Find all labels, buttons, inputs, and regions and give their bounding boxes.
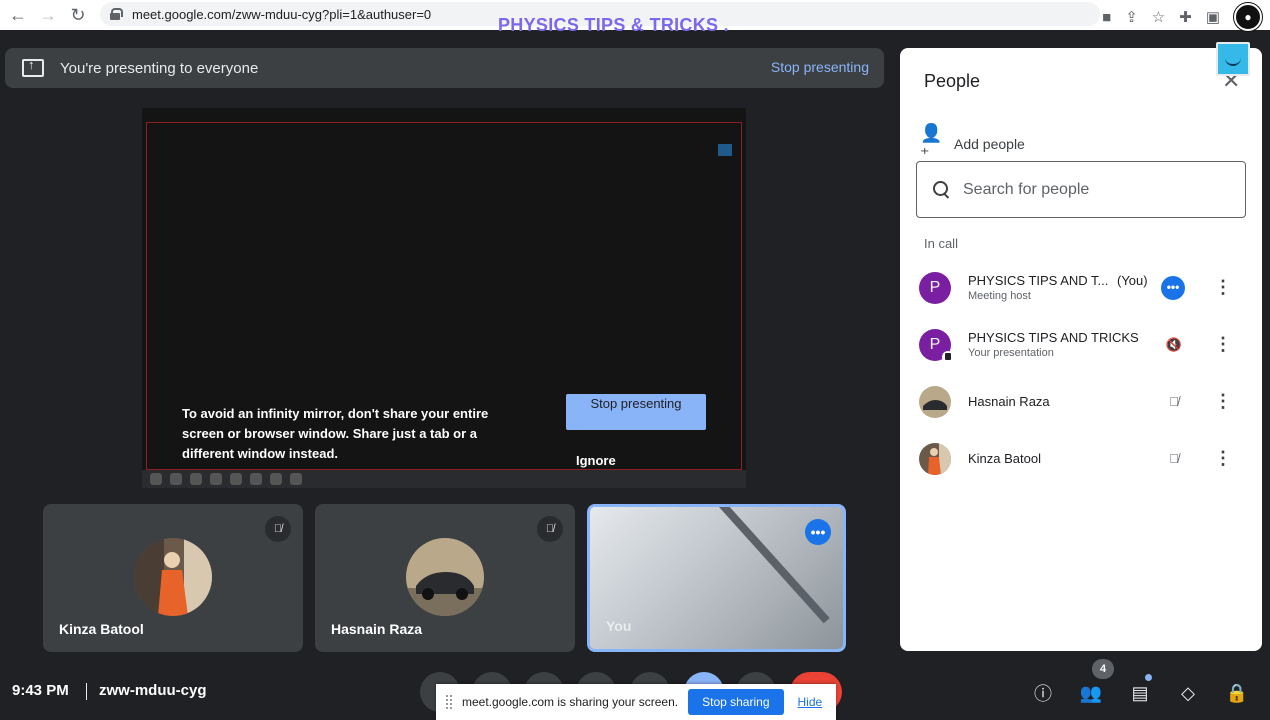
taskbar-app-icon bbox=[190, 473, 202, 485]
stop-sharing-button[interactable]: Stop sharing bbox=[688, 689, 784, 715]
bookmark-star-icon[interactable]: ☆ bbox=[1152, 8, 1165, 26]
participant-name: Kinza Batool bbox=[968, 451, 1041, 466]
self-tag: (You) bbox=[1117, 273, 1148, 288]
panel-title: People bbox=[924, 71, 981, 91]
presenting-banner: You're presenting to everyone Stop prese… bbox=[5, 48, 884, 88]
avatar bbox=[406, 538, 484, 616]
back-icon[interactable]: ← bbox=[6, 3, 30, 27]
screen-sharing-notice: meet.google.com is sharing your screen. … bbox=[436, 684, 836, 720]
mirrored-extension-icon bbox=[718, 144, 732, 156]
camera-icon[interactable]: ■ bbox=[1102, 9, 1111, 26]
kebab-menu-icon[interactable]: ⋮ bbox=[1214, 447, 1232, 471]
mirror-ignore-button[interactable]: Ignore bbox=[576, 453, 616, 468]
reload-icon[interactable]: ↻ bbox=[66, 3, 90, 27]
search-icon bbox=[933, 180, 951, 199]
participant-tile-hasnain[interactable]: 🎙̸ Hasnain Raza bbox=[315, 504, 575, 652]
taskbar-app-icon bbox=[210, 473, 222, 485]
channel-watermark-title: PHYSICS TIPS & TRICKS . bbox=[498, 15, 729, 35]
tile-more-options-icon[interactable]: ••• bbox=[805, 519, 831, 545]
people-icon[interactable]: 👥 bbox=[1078, 680, 1104, 706]
kebab-menu-icon[interactable]: ⋮ bbox=[1214, 276, 1232, 300]
infinity-mirror-warning: To avoid an infinity mirror, don't share… bbox=[182, 406, 489, 461]
people-search-input[interactable] bbox=[963, 180, 1223, 199]
participant-tile-self[interactable]: ••• You bbox=[587, 504, 846, 652]
current-time: 9:43 PM bbox=[12, 682, 69, 699]
meeting-details-icon[interactable]: ⓘ bbox=[1030, 680, 1056, 706]
taskbar-app-icon bbox=[230, 473, 242, 485]
participant-tile-kinza[interactable]: 🎙̸ Kinza Batool bbox=[43, 504, 303, 652]
participant-name: You bbox=[606, 618, 632, 634]
more-icon[interactable]: ••• bbox=[1161, 276, 1185, 300]
avatar: P bbox=[919, 272, 951, 304]
activities-icon[interactable]: ◇ bbox=[1175, 680, 1201, 706]
people-search-box[interactable] bbox=[916, 161, 1246, 218]
drag-handle-icon[interactable] bbox=[446, 695, 452, 709]
meeting-code: zww-mduu-cyg bbox=[99, 682, 207, 699]
avatar bbox=[134, 538, 212, 616]
people-count-badge: 4 bbox=[1092, 659, 1114, 679]
participant-name: PHYSICS TIPS AND TRICKS bbox=[968, 330, 1139, 345]
muted-mic-icon: 🎙̸ bbox=[1169, 394, 1179, 409]
avatar bbox=[919, 386, 951, 418]
muted-mic-icon: 🎙̸ bbox=[1169, 451, 1179, 466]
sharing-notice-text: meet.google.com is sharing your screen. bbox=[462, 695, 679, 709]
participant-row[interactable]: Hasnain Raza 🎙̸ ⋮ bbox=[900, 378, 1262, 434]
volume-muted-icon: 🔇 bbox=[1165, 337, 1183, 352]
host-controls-icon[interactable]: 🔒 bbox=[1224, 680, 1250, 706]
participant-role: Meeting host bbox=[968, 290, 1031, 302]
participant-name: Kinza Batool bbox=[59, 621, 144, 637]
add-people-button[interactable]: 👤⁺ Add people bbox=[920, 123, 1025, 165]
taskbar-app-icon bbox=[170, 473, 182, 485]
kebab-menu-icon[interactable]: ⋮ bbox=[1214, 390, 1232, 414]
taskbar-app-icon bbox=[250, 473, 262, 485]
chat-icon[interactable]: ▤ bbox=[1127, 680, 1153, 706]
participant-name: PHYSICS TIPS AND T... bbox=[968, 273, 1109, 288]
presenting-status-text: You're presenting to everyone bbox=[60, 59, 259, 77]
screen-recorder-widget-icon[interactable] bbox=[1216, 42, 1250, 76]
taskbar-app-icon bbox=[290, 473, 302, 485]
hide-notice-link[interactable]: Hide bbox=[798, 695, 823, 709]
profile-avatar[interactable]: ● bbox=[1234, 3, 1262, 31]
url-text: meet.google.com/zww-mduu-cyg?pli=1&authu… bbox=[132, 6, 432, 22]
shared-screen-preview: To avoid an infinity mirror, don't share… bbox=[142, 108, 746, 488]
share-icon[interactable]: ⇪ bbox=[1125, 8, 1138, 26]
participant-name: Hasnain Raza bbox=[968, 394, 1050, 409]
people-panel: People ✕ 👤⁺ Add people In call P PHYSICS… bbox=[900, 48, 1262, 651]
forward-icon[interactable]: → bbox=[36, 3, 60, 27]
participant-row[interactable]: P PHYSICS TIPS AND T... (You) Meeting ho… bbox=[900, 264, 1262, 320]
taskbar-app-icon bbox=[270, 473, 282, 485]
present-screen-icon bbox=[22, 57, 44, 77]
taskbar-app-icon bbox=[150, 473, 162, 485]
kebab-menu-icon[interactable]: ⋮ bbox=[1214, 333, 1232, 357]
participant-name: Hasnain Raza bbox=[331, 621, 423, 637]
participant-row[interactable]: P PHYSICS TIPS AND TRICKS Your presentat… bbox=[900, 321, 1262, 377]
chat-notification-dot bbox=[1145, 674, 1152, 681]
extensions-icon[interactable]: ✚ bbox=[1179, 8, 1192, 26]
muted-mic-icon: 🎙̸ bbox=[537, 516, 563, 542]
participant-row[interactable]: Kinza Batool 🎙̸ ⋮ bbox=[900, 435, 1262, 491]
presentation-badge-icon bbox=[942, 351, 954, 363]
stop-presenting-link[interactable]: Stop presenting bbox=[771, 59, 869, 75]
add-people-label: Add people bbox=[954, 136, 1025, 152]
participant-role: Your presentation bbox=[968, 347, 1054, 359]
side-panel-icon[interactable]: ▣ bbox=[1206, 8, 1220, 26]
mirror-stop-presenting-button[interactable]: Stop presenting bbox=[566, 394, 706, 430]
add-person-icon: 👤⁺ bbox=[920, 123, 943, 164]
divider bbox=[86, 683, 87, 700]
in-call-section-label: In call bbox=[924, 236, 958, 251]
muted-mic-icon: 🎙̸ bbox=[265, 516, 291, 542]
lock-icon[interactable] bbox=[110, 8, 123, 20]
avatar bbox=[919, 443, 951, 475]
mirrored-taskbar bbox=[142, 470, 746, 488]
